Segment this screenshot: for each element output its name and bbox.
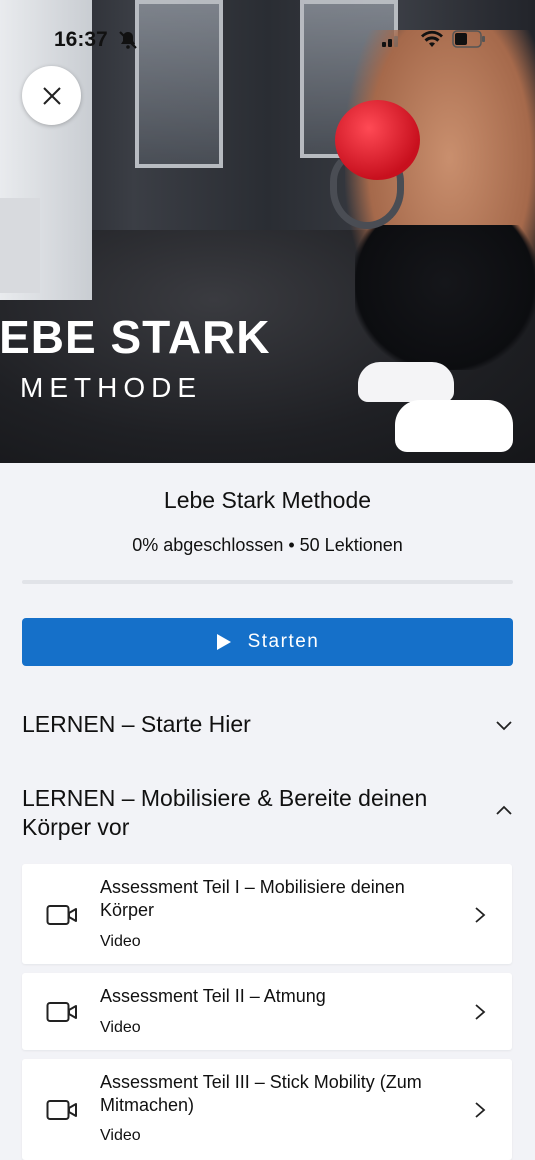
bell-muted-icon [119,31,137,49]
cellular-signal-icon [382,36,398,47]
close-button[interactable] [22,66,81,125]
lesson-type: Video [100,1127,141,1144]
section-header-mobilisiere[interactable]: LERNEN – Mobilisiere & Bereite deinen Kö… [22,784,513,842]
course-progress-bar [22,580,513,584]
video-camera-icon [46,1002,77,1022]
close-icon [42,86,61,105]
video-camera-icon [46,1100,77,1120]
athlete-legs [355,225,535,370]
lesson-title: Assessment Teil III – Stick Mobility (Zu… [100,1072,422,1115]
start-button-label: Starten [247,631,320,652]
play-icon [216,634,231,650]
athlete-shoe [395,400,513,452]
lesson-title: Assessment Teil II – Atmung [100,986,326,1006]
chevron-down-icon [496,721,512,731]
hero-title: LEBE STARK [0,311,271,363]
kettlebell [335,100,420,180]
hero-subtitle: METHODE [20,372,202,403]
athlete-shoe [358,362,454,402]
chevron-right-icon [475,1004,486,1020]
lesson-item[interactable]: Assessment Teil III – Stick Mobility (Zu… [22,1059,512,1160]
lesson-item[interactable]: Assessment Teil II – Atmung Video [22,973,512,1050]
lesson-title: Assessment Teil I – Mobilisiere deinen K… [100,877,405,920]
start-button[interactable]: Starten [22,618,513,666]
wifi-icon [421,30,443,47]
chevron-right-icon [475,1102,486,1118]
video-camera-icon [46,905,77,925]
lesson-type: Video [100,1019,141,1036]
gym-box [0,198,40,293]
chevron-right-icon [475,907,486,923]
status-time: 16:37 [54,28,108,51]
lesson-type: Video [100,933,141,950]
gym-window [135,0,223,168]
battery-icon [452,30,485,48]
section-title: LERNEN – Starte Hier [22,711,251,737]
chevron-up-icon [496,805,512,815]
lesson-item[interactable]: Assessment Teil I – Mobilisiere deinen K… [22,864,512,964]
section-header-starte-hier[interactable]: LERNEN – Starte Hier [22,710,513,739]
course-hero-image: LEBE STARK METHODE [0,0,535,463]
section-title: LERNEN – Mobilisiere & Bereite deinen Kö… [22,785,428,840]
course-title: Lebe Stark Methode [163,487,372,513]
course-progress-text: 0% abgeschlossen • 50 Lektionen [132,535,403,555]
